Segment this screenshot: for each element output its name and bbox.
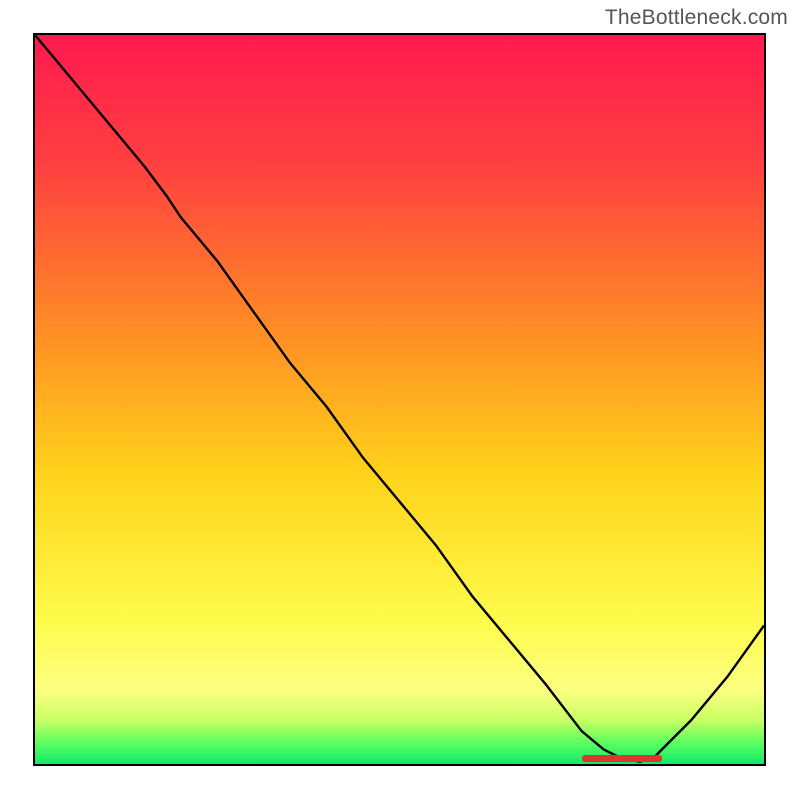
bottleneck-curve [35, 35, 764, 762]
plot-area [33, 33, 766, 766]
watermark-text: TheBottleneck.com [605, 6, 788, 30]
chart-frame: TheBottleneck.com [0, 0, 800, 800]
optimal-range-marker [582, 755, 662, 762]
curve-svg [35, 35, 764, 764]
